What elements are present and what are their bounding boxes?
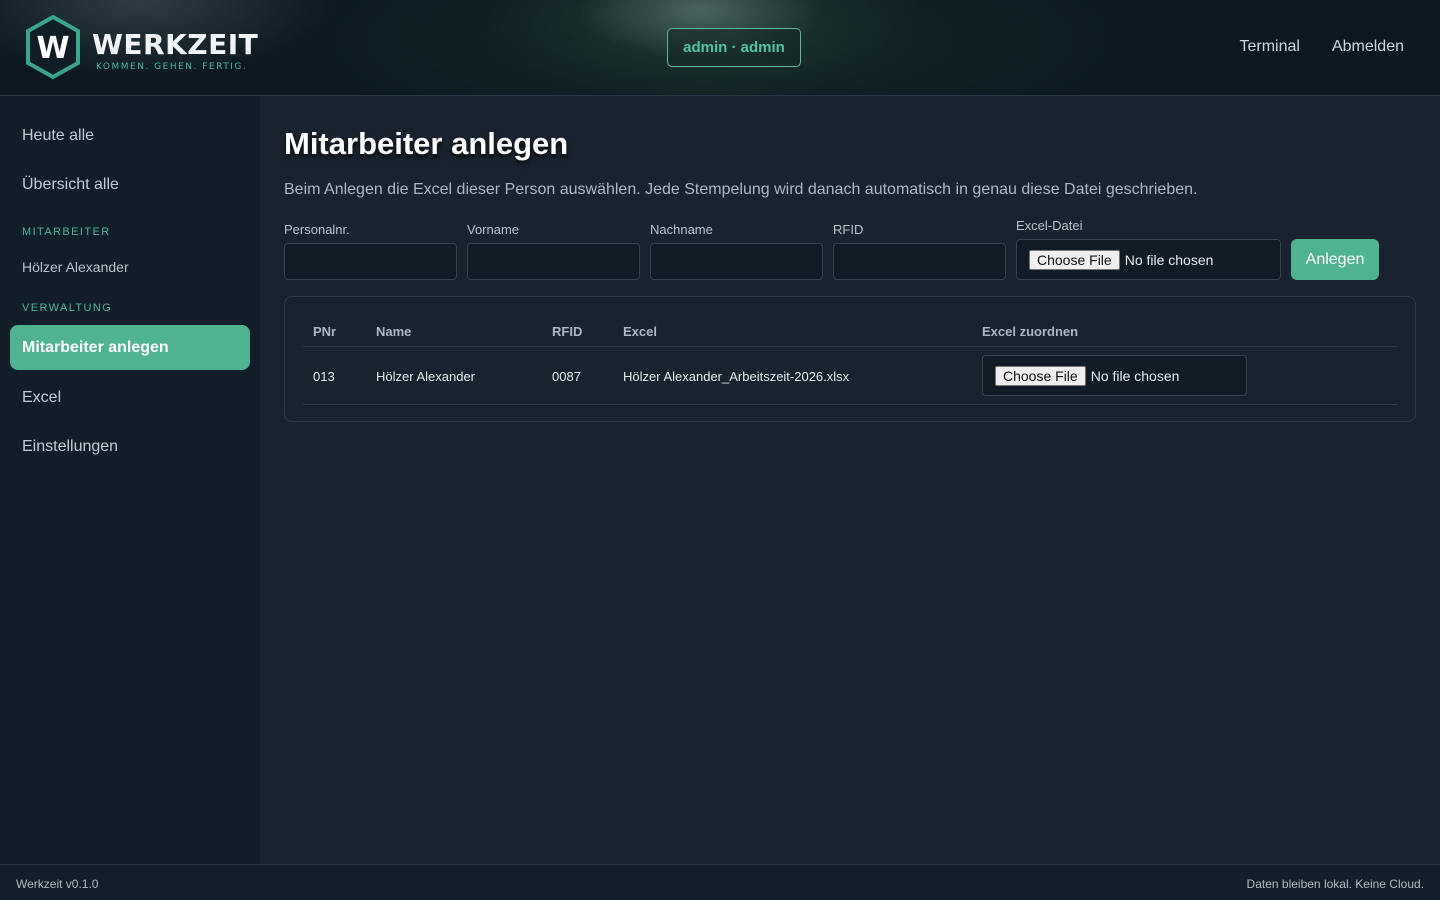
excel-file-input: Choose File No file chosen (1016, 239, 1281, 280)
page-description: Beim Anlegen die Excel dieser Person aus… (284, 181, 1198, 198)
cell-name: Hölzer Alexander (376, 369, 475, 384)
column-header-excel: Excel (623, 324, 657, 339)
row-file-status: No file chosen (1090, 367, 1180, 384)
personalnr-label: Personalnr. (284, 222, 350, 237)
app-footer: Werkzeit v0.1.0 Daten bleiben lokal. Kei… (0, 864, 1440, 900)
vorname-input[interactable] (467, 243, 640, 280)
logo-hexagon-icon: W (24, 14, 82, 80)
column-header-name: Name (376, 324, 412, 339)
logout-link[interactable]: Abmelden (1332, 38, 1404, 56)
sidebar-item-overview-all[interactable]: Übersicht alle (10, 162, 250, 207)
sidebar-item-excel[interactable]: Excel (10, 375, 250, 420)
column-header-excel-assign: Excel zuordnen (982, 324, 1079, 339)
cell-rfid: 0087 (552, 369, 581, 384)
sidebar-section-employees: MITARBEITER (22, 226, 111, 238)
main-content: Mitarbeiter anlegen Beim Anlegen die Exc… (260, 96, 1440, 864)
column-header-pnr: PNr (313, 324, 337, 339)
nachname-label: Nachname (650, 222, 713, 237)
logo-letter: W (36, 31, 69, 66)
terminal-link[interactable]: Terminal (1239, 38, 1299, 56)
cell-pnr: 013 (313, 369, 335, 384)
excel-file-label: Excel-Datei (1016, 218, 1083, 233)
row-choose-file-button[interactable]: Choose File (995, 365, 1086, 386)
sidebar-section-admin: VERWALTUNG (22, 302, 113, 314)
page-title: Mitarbeiter anlegen (284, 126, 569, 161)
personalnr-input[interactable] (284, 243, 457, 280)
footer-note: Daten bleiben lokal. Keine Cloud. (1246, 877, 1424, 891)
row-excel-file-input: Choose File No file chosen (982, 355, 1247, 396)
sidebar: Heute alle Übersicht alle MITARBEITER Hö… (0, 96, 260, 864)
header-divider (303, 346, 1397, 347)
user-badge: admin · admin (667, 28, 801, 67)
rfid-label: RFID (833, 222, 864, 237)
app-logo[interactable]: W WERKZEIT KOMMEN. GEHEN. FERTIG. (24, 14, 258, 86)
cell-excel: Hölzer Alexander_Arbeitszeit-2026.xlsx (623, 369, 850, 384)
file-status: No file chosen (1124, 251, 1214, 268)
footer-version: Werkzeit v0.1.0 (16, 877, 99, 891)
top-nav: Terminal Abmelden (1239, 38, 1404, 56)
choose-file-button[interactable]: Choose File (1029, 249, 1120, 270)
logo-subtitle: KOMMEN. GEHEN. FERTIG. (96, 62, 248, 72)
vorname-label: Vorname (467, 222, 520, 237)
sidebar-item-today-all[interactable]: Heute alle (10, 113, 250, 158)
app-header: W WERKZEIT KOMMEN. GEHEN. FERTIG. admin … (0, 0, 1440, 96)
rfid-input[interactable] (833, 243, 1006, 280)
employee-table: PNr Name RFID Excel Excel zuordnen 013 H… (284, 296, 1416, 422)
sidebar-item-create-employee[interactable]: Mitarbeiter anlegen (10, 325, 250, 370)
create-button[interactable]: Anlegen (1291, 239, 1379, 280)
sidebar-item-employee[interactable]: Hölzer Alexander (22, 259, 129, 275)
sidebar-item-settings[interactable]: Einstellungen (10, 424, 250, 469)
nachname-input[interactable] (650, 243, 823, 280)
logo-title: WERKZEIT (92, 28, 259, 61)
column-header-rfid: RFID (552, 324, 583, 339)
row-divider (303, 404, 1397, 405)
